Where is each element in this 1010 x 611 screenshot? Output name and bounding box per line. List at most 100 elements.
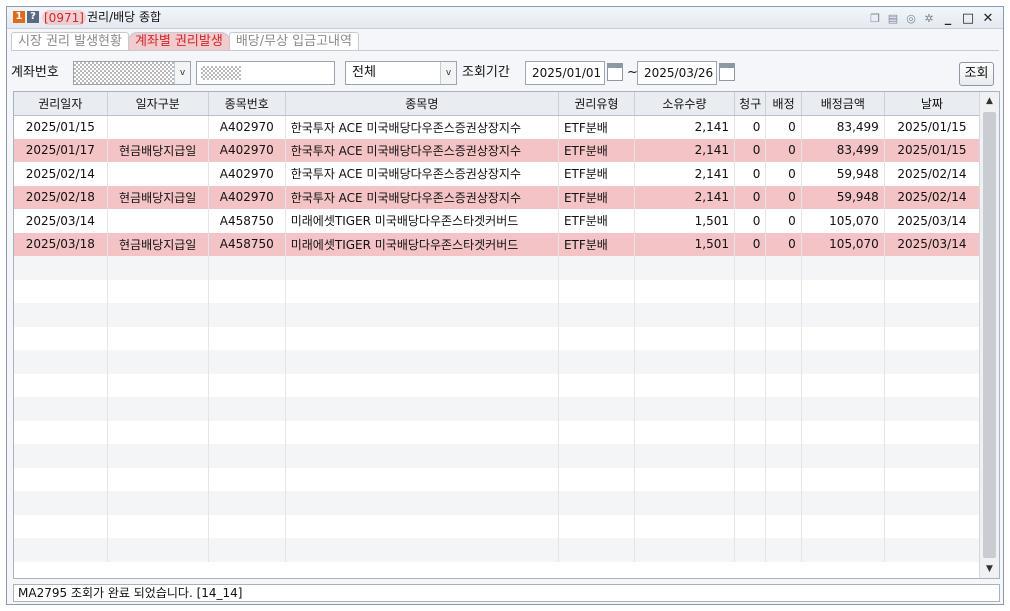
rights-type-select[interactable]: 전체 v <box>345 61 457 85</box>
cell-amount: 105,070 <box>801 232 885 256</box>
column-header[interactable]: 권리일자 <box>14 92 108 116</box>
column-header[interactable]: 날짜 <box>884 92 981 116</box>
cell-stock-name: 미래에셋TIGER 미국배당다우존스타겟커버드 <box>285 232 559 256</box>
chevron-down-icon[interactable]: v <box>174 62 190 84</box>
vertical-scrollbar[interactable]: ▲ ▼ <box>979 92 999 578</box>
empty-row <box>14 373 981 397</box>
cell-stock-code: A402970 <box>208 138 286 162</box>
cell-allocation: 0 <box>765 232 802 256</box>
cell-date: 2025/02/14 <box>884 185 981 209</box>
empty-row <box>14 326 981 350</box>
cell-quantity: 2,141 <box>634 185 736 209</box>
copy-icon[interactable]: ▤ <box>887 12 899 25</box>
cell-quantity: 2,141 <box>634 162 736 186</box>
cell-allocation: 0 <box>765 138 802 162</box>
column-header[interactable]: 권리유형 <box>558 92 635 116</box>
help-icon[interactable]: ? <box>27 11 39 23</box>
tab-dividend-deposit[interactable]: 배당/무상 입금고내역 <box>228 32 359 51</box>
cell-stock-name: 한국투자 ACE 미국배당다우존스증권상장지수 <box>285 138 559 162</box>
masked-value <box>201 66 241 80</box>
empty-row <box>14 538 981 562</box>
minimize-button[interactable]: _ <box>941 11 955 26</box>
rights-table: 권리일자 일자구분 종목번호 종목명 권리유형 소유수량 청구 배정 배정금액 날짜 2025/0… <box>13 91 1000 579</box>
cell-quantity: 2,141 <box>634 138 736 162</box>
cell-amount: 105,070 <box>801 209 885 233</box>
cell-rights-type: ETF분배 <box>558 232 635 256</box>
empty-row <box>14 444 981 468</box>
screen-code: [0971] <box>42 10 86 25</box>
table-row[interactable]: 2025/03/18 현금배당지급일 A458750 미래에셋TIGER 미국배당다우… <box>14 232 981 256</box>
cell-allocation: 0 <box>765 115 802 139</box>
cell-amount: 59,948 <box>801 185 885 209</box>
cell-stock-code: A402970 <box>208 185 286 209</box>
empty-row <box>14 303 981 327</box>
table-row[interactable]: 2025/01/15 A402970 한국투자 ACE 미국배당다우존스증권상장지수… <box>14 115 981 139</box>
scroll-thumb[interactable] <box>983 112 996 558</box>
cell-stock-code: A458750 <box>208 232 286 256</box>
link-icon[interactable]: ❐ <box>869 12 881 25</box>
column-header[interactable]: 종목번호 <box>208 92 286 116</box>
cell-amount: 59,948 <box>801 162 885 186</box>
column-header[interactable]: 소유수량 <box>634 92 736 116</box>
empty-row <box>14 491 981 515</box>
date-to-value: 2025/03/26 <box>644 66 714 80</box>
screen-number-icon[interactable]: 1 <box>13 11 25 23</box>
calendar-icon[interactable] <box>719 63 735 81</box>
cell-stock-name: 한국투자 ACE 미국배당다우존스증권상장지수 <box>285 115 559 139</box>
cell-claim: 0 <box>734 232 767 256</box>
column-header[interactable]: 청구 <box>734 92 767 116</box>
cell-allocation: 0 <box>765 162 802 186</box>
cell-rights-date: 2025/02/18 <box>14 185 108 209</box>
column-header[interactable]: 종목명 <box>285 92 559 116</box>
cell-date: 2025/03/14 <box>884 232 981 256</box>
empty-row <box>14 279 981 303</box>
cell-rights-date: 2025/01/15 <box>14 115 108 139</box>
search-button[interactable]: 조회 <box>959 62 994 86</box>
column-header[interactable]: 배정 <box>765 92 802 116</box>
cell-date: 2025/03/14 <box>884 209 981 233</box>
window-title: 권리/배당 종합 <box>87 10 162 24</box>
empty-row <box>14 420 981 444</box>
cell-stock-code: A402970 <box>208 162 286 186</box>
tab-account-rights[interactable]: 계좌별 권리발생 <box>127 32 230 51</box>
cell-date: 2025/02/14 <box>884 162 981 186</box>
table-row[interactable]: 2025/02/18 현금배당지급일 A402970 한국투자 ACE 미국배당다우존… <box>14 185 981 209</box>
rights-type-value: 전체 <box>352 65 376 80</box>
cell-date-kind <box>107 162 209 186</box>
date-from-field[interactable]: 2025/01/01 <box>525 61 605 85</box>
cell-date-kind: 현금배당지급일 <box>107 232 209 256</box>
table-row[interactable]: 2025/02/14 A402970 한국투자 ACE 미국배당다우존스증권상장지수… <box>14 162 981 186</box>
empty-row <box>14 256 981 280</box>
settings-icon[interactable]: ✲ <box>923 12 935 25</box>
column-header[interactable]: 배정금액 <box>801 92 885 116</box>
maximize-button[interactable]: □ <box>961 11 975 26</box>
empty-row <box>14 397 981 421</box>
tab-market-rights[interactable]: 시장 권리 발생현황 <box>11 32 129 51</box>
cell-date-kind <box>107 115 209 139</box>
close-button[interactable]: ✕ <box>981 11 995 26</box>
camera-icon[interactable]: ◎ <box>905 12 917 25</box>
account-label: 계좌번호 <box>11 65 59 80</box>
date-from-value: 2025/01/01 <box>532 66 602 80</box>
account-number-select[interactable]: v <box>73 61 191 85</box>
cell-date-kind: 현금배당지급일 <box>107 138 209 162</box>
calendar-icon[interactable] <box>607 63 623 81</box>
cell-rights-date: 2025/02/14 <box>14 162 108 186</box>
title-tools: ❐ ▤ ◎ ✲ _ □ ✕ <box>869 9 995 27</box>
column-header[interactable]: 일자구분 <box>107 92 209 116</box>
cell-date: 2025/01/15 <box>884 115 981 139</box>
account-password-field[interactable] <box>196 61 335 85</box>
cell-rights-type: ETF분배 <box>558 138 635 162</box>
date-to-field[interactable]: 2025/03/26 <box>637 61 717 85</box>
cell-rights-type: ETF분배 <box>558 185 635 209</box>
tab-divider <box>11 50 999 51</box>
tab-bar: 시장 권리 발생현황 계좌별 권리발생 배당/무상 입금고내역 <box>11 32 359 51</box>
scroll-up-icon[interactable]: ▲ <box>980 92 999 110</box>
cell-claim: 0 <box>734 185 767 209</box>
cell-quantity: 2,141 <box>634 115 736 139</box>
table-row[interactable]: 2025/01/17 현금배당지급일 A402970 한국투자 ACE 미국배당다우존… <box>14 138 981 162</box>
scroll-down-icon[interactable]: ▼ <box>980 560 999 578</box>
chevron-down-icon[interactable]: v <box>440 62 456 84</box>
table-row[interactable]: 2025/03/14 A458750 미래에셋TIGER 미국배당다우존스타겟커버드… <box>14 209 981 233</box>
cell-date-kind <box>107 209 209 233</box>
